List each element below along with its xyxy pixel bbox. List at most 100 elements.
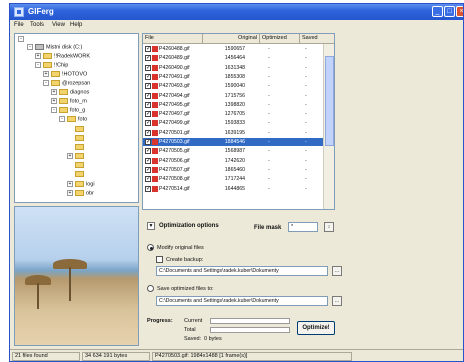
backup-browse-button[interactable]: ... <box>332 266 342 276</box>
folder-icon <box>59 89 68 95</box>
minimize-button[interactable]: _ <box>432 6 443 17</box>
file-original-size: 1644865 <box>224 185 245 192</box>
file-checkbox[interactable] <box>145 147 151 155</box>
title-bar[interactable]: GIFerg _ □ × <box>10 4 463 20</box>
expand-icon[interactable]: + <box>43 71 49 77</box>
menu-file[interactable]: File <box>14 22 24 28</box>
file-checkbox[interactable] <box>145 110 151 118</box>
menu-view[interactable]: View <box>52 22 65 28</box>
file-row[interactable]: P4260489.gif 1456464 - - <box>143 54 323 62</box>
menu-tools[interactable]: Tools <box>30 22 44 28</box>
column-file[interactable]: File <box>143 34 203 44</box>
file-checkbox[interactable] <box>145 185 151 193</box>
file-checkbox[interactable] <box>145 45 151 53</box>
file-list[interactable]: File Original Optimized Saved P4260488.g… <box>142 33 335 210</box>
folder-tree[interactable]: - - Mistni disk (C:) + !!RadekWORK - !!Chip… <box>14 33 139 203</box>
tree-item[interactable]: + diagnos <box>51 89 89 98</box>
vertical-scrollbar[interactable] <box>323 44 334 209</box>
collapse-icon[interactable]: - <box>51 107 57 113</box>
tree-item[interactable]: - !!Chip <box>35 62 68 71</box>
file-checkbox[interactable] <box>145 166 151 174</box>
expand-icon[interactable]: + <box>51 98 57 104</box>
options-header[interactable]: ▼ Optimization options <box>147 222 219 230</box>
file-original-size: 1865460 <box>224 166 245 173</box>
menu-help[interactable]: Help <box>70 22 82 28</box>
file-checkbox[interactable] <box>145 119 151 127</box>
create-backup-checkbox[interactable] <box>156 256 163 263</box>
file-icon <box>152 73 158 80</box>
file-mask-button[interactable]: ↕ <box>324 222 334 232</box>
file-checkbox[interactable] <box>145 54 151 62</box>
file-saved: - <box>305 139 307 145</box>
file-row[interactable]: P4270501.gif 1639195 - - <box>143 129 323 137</box>
collapse-icon[interactable]: - <box>35 62 41 68</box>
file-row[interactable]: P4270503.gif 1884546 - - <box>143 138 323 146</box>
file-checkbox[interactable] <box>145 73 151 81</box>
tree-item[interactable] <box>75 162 86 171</box>
tree-item[interactable]: + foto_m <box>51 98 87 107</box>
save-path-input[interactable]: C:\Documents and Settings\radek.kuber\Do… <box>156 296 328 306</box>
backup-path-input[interactable]: C:\Documents and Settings\radek.kuber\Do… <box>156 266 328 276</box>
file-row[interactable]: P4270499.gif 1593833 - - <box>143 119 323 127</box>
close-button[interactable]: × <box>456 6 463 17</box>
expand-icon[interactable]: + <box>67 190 73 196</box>
column-saved[interactable]: Saved <box>300 34 334 44</box>
expand-icon[interactable]: + <box>67 153 73 159</box>
tree-item[interactable]: - foto_g <box>51 107 85 116</box>
tree-item[interactable]: + logi <box>67 181 95 190</box>
maximize-button[interactable]: □ <box>444 6 455 17</box>
tree-item[interactable] <box>75 135 86 144</box>
file-row[interactable]: P4270506.gif 1742620 - - <box>143 157 323 165</box>
expand-icon[interactable]: + <box>35 53 41 59</box>
file-checkbox[interactable] <box>145 64 151 72</box>
tree-item[interactable]: - @rozepsan <box>43 80 90 89</box>
expand-icon[interactable]: + <box>51 89 57 95</box>
modify-original-radio[interactable] <box>147 244 154 251</box>
file-checkbox[interactable] <box>145 175 151 183</box>
file-row[interactable]: P4270493.gif 1590040 - - <box>143 82 323 90</box>
tree-item[interactable]: + !!RadekWORK <box>35 53 90 62</box>
column-original[interactable]: Original <box>203 34 260 44</box>
modify-original-label: Modify original files <box>157 245 204 251</box>
file-checkbox[interactable] <box>145 92 151 100</box>
chevron-down-icon[interactable]: ▼ <box>147 222 155 230</box>
optimize-button[interactable]: Optimize! <box>297 321 335 335</box>
tree-item[interactable]: + <box>67 153 86 162</box>
file-row[interactable]: P4270491.gif 1855308 - - <box>143 73 323 81</box>
tree-item-root[interactable]: - <box>18 36 26 45</box>
save-to-radio[interactable] <box>147 285 154 292</box>
tree-item[interactable]: + obr <box>67 190 94 199</box>
collapse-icon[interactable]: - <box>59 116 65 122</box>
file-row[interactable]: P4270507.gif 1865460 - - <box>143 166 323 174</box>
tree-item[interactable]: - foto <box>59 116 87 125</box>
folder-icon <box>75 153 84 159</box>
file-row[interactable]: P4270497.gif 1276705 - - <box>143 110 323 118</box>
file-row[interactable]: P4270514.gif 1644865 - - <box>143 185 323 193</box>
save-browse-button[interactable]: ... <box>332 296 342 306</box>
file-checkbox[interactable] <box>145 138 151 146</box>
collapse-icon[interactable]: - <box>18 36 24 42</box>
file-row[interactable]: P4270494.gif 1715756 - - <box>143 92 323 100</box>
collapse-icon[interactable]: - <box>27 44 33 50</box>
tree-item[interactable] <box>75 171 86 180</box>
file-checkbox[interactable] <box>145 82 151 90</box>
file-checkbox[interactable] <box>145 101 151 109</box>
status-bytes: 34 634 191 bytes <box>82 352 150 361</box>
file-row[interactable]: P4270505.gif 1568987 - - <box>143 147 323 155</box>
file-checkbox[interactable] <box>145 129 151 137</box>
scroll-thumb[interactable] <box>325 56 334 146</box>
tree-item[interactable]: + !HOTOVO <box>43 71 87 80</box>
tree-item-drive-c[interactable]: - Mistni disk (C:) <box>27 44 82 53</box>
file-row[interactable]: P4270508.gif 1717244 - - <box>143 175 323 183</box>
file-row[interactable]: P4260488.gif 1590657 - - <box>143 45 323 53</box>
column-optimized[interactable]: Optimized <box>260 34 300 44</box>
collapse-icon[interactable]: - <box>43 80 49 86</box>
tree-item[interactable] <box>75 144 86 153</box>
file-original-size: 1715756 <box>224 92 245 99</box>
file-row[interactable]: P4270495.gif 1398820 - - <box>143 101 323 109</box>
expand-icon[interactable]: + <box>67 181 73 187</box>
file-checkbox[interactable] <box>145 157 151 165</box>
tree-item[interactable] <box>75 126 86 135</box>
file-row[interactable]: P4260490.gif 1631348 - - <box>143 64 323 72</box>
file-mask-input[interactable]: * <box>288 222 318 232</box>
